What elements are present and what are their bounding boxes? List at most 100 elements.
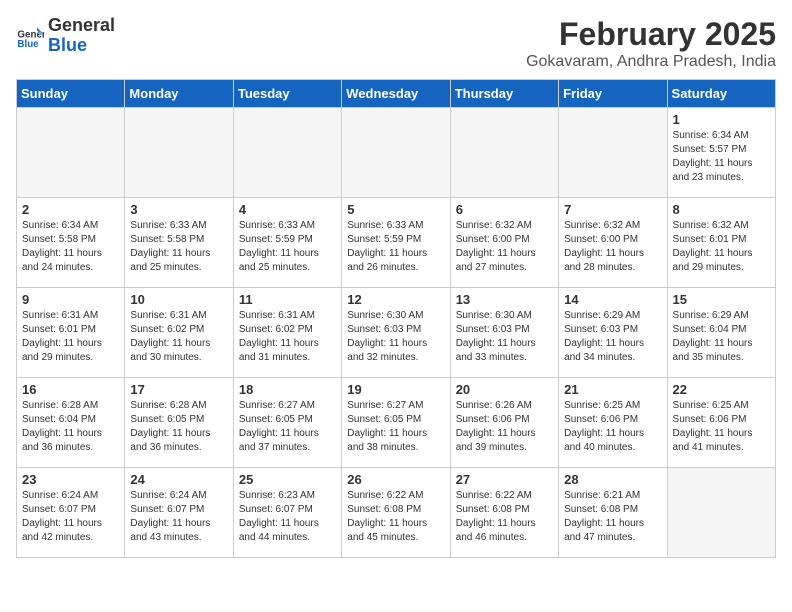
- day-number: 9: [22, 292, 119, 307]
- day-cell: 12 Sunrise: 6:30 AM Sunset: 6:03 PM Dayli…: [342, 288, 450, 378]
- day-number: 18: [239, 382, 336, 397]
- day-cell: 20Sunrise: 6:26 AM Sunset: 6:06 PM Dayli…: [450, 378, 558, 468]
- day-cell: 10 Sunrise: 6:31 AM Sunset: 6:02 PM Dayli…: [125, 288, 233, 378]
- day-cell: 19Sunrise: 6:27 AM Sunset: 6:05 PM Dayli…: [342, 378, 450, 468]
- day-cell: [233, 108, 341, 198]
- day-info: Sunrise: 6:27 AM Sunset: 6:05 PM Dayligh…: [239, 399, 336, 455]
- day-info: Sunrise: 6:32 AM Sunset: 6:00 PM Dayligh…: [564, 219, 661, 275]
- day-info: Sunrise: 6:33 AM Sunset: 5:59 PM Dayligh…: [347, 219, 444, 275]
- day-number: 23: [22, 472, 119, 487]
- day-cell: 22 Sunrise: 6:25 AM Sunset: 6:06 PM Dayli…: [667, 378, 775, 468]
- day-cell: 7 Sunrise: 6:32 AM Sunset: 6:00 PM Daylig…: [559, 198, 667, 288]
- day-number: 7: [564, 202, 661, 217]
- day-number: 21: [564, 382, 661, 397]
- day-number: 8: [673, 202, 770, 217]
- day-number: 10: [130, 292, 227, 307]
- day-info: Sunrise: 6:31 AM Sunset: 6:01 PM Dayligh…: [22, 309, 119, 365]
- week-row-5: 23 Sunrise: 6:24 AM Sunset: 6:07 PM Dayli…: [17, 468, 776, 558]
- day-info: Sunrise: 6:22 AM Sunset: 6:08 PM Dayligh…: [456, 489, 553, 545]
- day-info: Sunrise: 6:24 AM Sunset: 6:07 PM Dayligh…: [22, 489, 119, 545]
- day-number: 2: [22, 202, 119, 217]
- calendar: SundayMondayTuesdayWednesdayThursdayFrid…: [16, 79, 776, 558]
- day-number: 26: [347, 472, 444, 487]
- day-cell: 4 Sunrise: 6:33 AM Sunset: 5:59 PM Daylig…: [233, 198, 341, 288]
- day-cell: 28 Sunrise: 6:21 AM Sunset: 6:08 PM Dayli…: [559, 468, 667, 558]
- day-number: 12: [347, 292, 444, 307]
- day-info: Sunrise: 6:29 AM Sunset: 6:03 PM Dayligh…: [564, 309, 661, 365]
- day-info: Sunrise: 6:32 AM Sunset: 6:01 PM Dayligh…: [673, 219, 770, 275]
- day-number: 28: [564, 472, 661, 487]
- logo-text: GeneralBlue: [48, 16, 115, 56]
- day-info: Sunrise: 6:32 AM Sunset: 6:00 PM Dayligh…: [456, 219, 553, 275]
- day-number: 11: [239, 292, 336, 307]
- day-info: Sunrise: 6:28 AM Sunset: 6:04 PM Dayligh…: [22, 399, 119, 455]
- day-info: Sunrise: 6:21 AM Sunset: 6:08 PM Dayligh…: [564, 489, 661, 545]
- weekday-header-tuesday: Tuesday: [233, 80, 341, 108]
- day-number: 5: [347, 202, 444, 217]
- week-row-3: 9 Sunrise: 6:31 AM Sunset: 6:01 PM Daylig…: [17, 288, 776, 378]
- day-cell: 11 Sunrise: 6:31 AM Sunset: 6:02 PM Dayli…: [233, 288, 341, 378]
- day-number: 22: [673, 382, 770, 397]
- weekday-header-row: SundayMondayTuesdayWednesdayThursdayFrid…: [17, 80, 776, 108]
- day-info: Sunrise: 6:33 AM Sunset: 5:59 PM Dayligh…: [239, 219, 336, 275]
- day-info: Sunrise: 6:23 AM Sunset: 6:07 PM Dayligh…: [239, 489, 336, 545]
- day-info: Sunrise: 6:28 AM Sunset: 6:05 PM Dayligh…: [130, 399, 227, 455]
- day-cell: 17Sunrise: 6:28 AM Sunset: 6:05 PM Dayli…: [125, 378, 233, 468]
- day-info: Sunrise: 6:34 AM Sunset: 5:57 PM Dayligh…: [673, 129, 770, 185]
- location: Gokavaram, Andhra Pradesh, India: [526, 53, 776, 71]
- day-cell: 18 Sunrise: 6:27 AM Sunset: 6:05 PM Dayli…: [233, 378, 341, 468]
- week-row-2: 2 Sunrise: 6:34 AM Sunset: 5:58 PM Daylig…: [17, 198, 776, 288]
- day-cell: [667, 468, 775, 558]
- day-info: Sunrise: 6:22 AM Sunset: 6:08 PM Dayligh…: [347, 489, 444, 545]
- day-info: Sunrise: 6:31 AM Sunset: 6:02 PM Dayligh…: [239, 309, 336, 365]
- day-info: Sunrise: 6:31 AM Sunset: 6:02 PM Dayligh…: [130, 309, 227, 365]
- weekday-header-thursday: Thursday: [450, 80, 558, 108]
- day-info: Sunrise: 6:30 AM Sunset: 6:03 PM Dayligh…: [347, 309, 444, 365]
- day-cell: 13Sunrise: 6:30 AM Sunset: 6:03 PM Dayli…: [450, 288, 558, 378]
- day-cell: 8 Sunrise: 6:32 AM Sunset: 6:01 PM Daylig…: [667, 198, 775, 288]
- day-cell: 3 Sunrise: 6:33 AM Sunset: 5:58 PM Daylig…: [125, 198, 233, 288]
- day-info: Sunrise: 6:34 AM Sunset: 5:58 PM Dayligh…: [22, 219, 119, 275]
- day-info: Sunrise: 6:33 AM Sunset: 5:58 PM Dayligh…: [130, 219, 227, 275]
- weekday-header-wednesday: Wednesday: [342, 80, 450, 108]
- month-year: February 2025: [526, 16, 776, 53]
- title-block: February 2025 Gokavaram, Andhra Pradesh,…: [526, 16, 776, 71]
- day-number: 4: [239, 202, 336, 217]
- day-info: Sunrise: 6:25 AM Sunset: 6:06 PM Dayligh…: [673, 399, 770, 455]
- weekday-header-saturday: Saturday: [667, 80, 775, 108]
- svg-text:Blue: Blue: [17, 39, 39, 50]
- day-cell: [342, 108, 450, 198]
- day-cell: 21 Sunrise: 6:25 AM Sunset: 6:06 PM Dayli…: [559, 378, 667, 468]
- day-cell: 26 Sunrise: 6:22 AM Sunset: 6:08 PM Dayli…: [342, 468, 450, 558]
- day-number: 27: [456, 472, 553, 487]
- day-number: 24: [130, 472, 227, 487]
- day-number: 13: [456, 292, 553, 307]
- day-cell: 15Sunrise: 6:29 AM Sunset: 6:04 PM Dayli…: [667, 288, 775, 378]
- day-cell: 23 Sunrise: 6:24 AM Sunset: 6:07 PM Dayli…: [17, 468, 125, 558]
- day-cell: [125, 108, 233, 198]
- day-cell: 5 Sunrise: 6:33 AM Sunset: 5:59 PM Daylig…: [342, 198, 450, 288]
- day-cell: 25 Sunrise: 6:23 AM Sunset: 6:07 PM Dayli…: [233, 468, 341, 558]
- day-number: 25: [239, 472, 336, 487]
- day-cell: 24Sunrise: 6:24 AM Sunset: 6:07 PM Dayli…: [125, 468, 233, 558]
- day-cell: 16 Sunrise: 6:28 AM Sunset: 6:04 PM Dayli…: [17, 378, 125, 468]
- weekday-header-monday: Monday: [125, 80, 233, 108]
- day-cell: 6 Sunrise: 6:32 AM Sunset: 6:00 PM Daylig…: [450, 198, 558, 288]
- page-header: General Blue GeneralBlue February 2025 G…: [16, 16, 776, 71]
- day-number: 1: [673, 112, 770, 127]
- day-cell: 9 Sunrise: 6:31 AM Sunset: 6:01 PM Daylig…: [17, 288, 125, 378]
- day-info: Sunrise: 6:26 AM Sunset: 6:06 PM Dayligh…: [456, 399, 553, 455]
- weekday-header-friday: Friday: [559, 80, 667, 108]
- day-number: 19: [347, 382, 444, 397]
- logo-icon: General Blue: [16, 22, 44, 50]
- day-cell: 2 Sunrise: 6:34 AM Sunset: 5:58 PM Daylig…: [17, 198, 125, 288]
- day-cell: 27 Sunrise: 6:22 AM Sunset: 6:08 PM Dayli…: [450, 468, 558, 558]
- weekday-header-sunday: Sunday: [17, 80, 125, 108]
- day-number: 6: [456, 202, 553, 217]
- day-cell: [450, 108, 558, 198]
- day-cell: 14Sunrise: 6:29 AM Sunset: 6:03 PM Dayli…: [559, 288, 667, 378]
- day-info: Sunrise: 6:25 AM Sunset: 6:06 PM Dayligh…: [564, 399, 661, 455]
- day-number: 3: [130, 202, 227, 217]
- day-cell: [559, 108, 667, 198]
- day-number: 16: [22, 382, 119, 397]
